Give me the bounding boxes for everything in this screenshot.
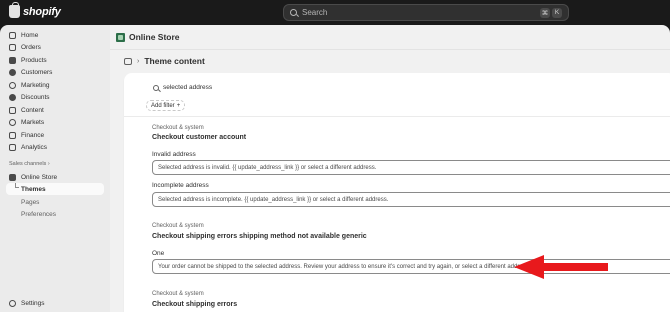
content-search-input[interactable]: selected address (163, 84, 212, 91)
section-title: Checkout customer account (152, 134, 247, 141)
field-label: Incomplete address (152, 182, 209, 189)
sidebar-subitem-preferences[interactable]: Preferences (21, 211, 56, 218)
global-search-input[interactable]: Search ⌘ K (283, 4, 569, 21)
search-filter-row: selected address Add filter + (124, 73, 670, 111)
tree-connector (15, 183, 19, 188)
search-placeholder: Search (302, 8, 328, 17)
globe-icon (9, 119, 16, 126)
page-title: Online Store (129, 32, 180, 42)
sidebar-subitem-themes[interactable]: Themes (21, 186, 46, 193)
sales-channels-heading[interactable]: Sales channels › (9, 161, 50, 167)
sidebar-item-home[interactable]: Home (0, 29, 110, 41)
sidebar-item-marketing[interactable]: Marketing (0, 79, 110, 91)
annotation-arrow (514, 255, 608, 279)
shopify-logo[interactable]: shopify (9, 2, 61, 18)
discount-icon (9, 94, 16, 101)
section-category: Checkout & system (152, 291, 204, 297)
person-icon (9, 69, 16, 76)
sidebar-item-label: Orders (21, 44, 41, 51)
theme-icon[interactable] (124, 57, 132, 65)
store-icon (9, 173, 16, 181)
sales-channels-label: Sales channels (9, 161, 47, 167)
sidebar-item-orders[interactable]: Orders (0, 42, 110, 54)
sidebar-item-label: Settings (21, 299, 45, 307)
logo-text: shopify (23, 5, 61, 18)
sidebar-item-label: Home (21, 31, 39, 39)
sidebar-item-customers[interactable]: Customers (0, 67, 110, 79)
sidebar-item-finance[interactable]: Finance (0, 129, 110, 141)
section-title: Checkout shipping errors shipping method… (152, 233, 367, 240)
sidebar-item-label: Customers (21, 69, 53, 76)
sidebar-item-settings[interactable]: Settings (0, 297, 110, 309)
field-label: Invalid address (152, 151, 196, 158)
tag-icon (9, 56, 16, 64)
sidebar-item-products[interactable]: Products (0, 54, 110, 66)
home-icon (9, 31, 16, 39)
section-category: Checkout & system (152, 223, 204, 229)
sidebar: Home Orders Products Customers Marketing… (0, 25, 110, 312)
shopping-bag-icon (9, 2, 20, 18)
arrow-shape (514, 255, 608, 279)
command-key: ⌘ (540, 7, 550, 18)
target-icon (9, 81, 16, 89)
breadcrumb: › Theme content (124, 56, 205, 66)
add-filter-button[interactable]: Add filter + (146, 100, 186, 111)
plus-icon: + (176, 102, 181, 109)
field-label: One (152, 250, 165, 257)
search-icon (153, 85, 159, 91)
content-icon (9, 106, 16, 114)
section-title: Checkout shipping errors (152, 301, 238, 308)
breadcrumb-title: Theme content (144, 56, 205, 66)
sidebar-item-online-store[interactable]: Online Store (0, 171, 110, 183)
sidebar-item-discounts[interactable]: Discounts (0, 92, 110, 104)
section-category: Checkout & system (152, 125, 204, 131)
incomplete-address-field[interactable]: Selected address is incomplete. {{ updat… (152, 192, 670, 207)
orders-icon (9, 44, 16, 51)
sidebar-item-content[interactable]: Content (0, 104, 110, 116)
sidebar-item-label: Content (21, 106, 44, 114)
sidebar-item-label: Products (21, 56, 47, 64)
chevron-right-icon: › (137, 57, 140, 65)
chart-icon (9, 144, 16, 151)
sidebar-item-label: Analytics (21, 144, 48, 151)
page-header: Online Store (116, 32, 180, 42)
sidebar-item-label: Discounts (21, 94, 50, 101)
sidebar-item-markets[interactable]: Markets (0, 117, 110, 129)
search-icon (290, 9, 297, 16)
bank-icon (9, 131, 16, 139)
card-divider (124, 116, 670, 117)
sidebar-item-label: Finance (21, 131, 45, 139)
sidebar-subitem-pages[interactable]: Pages (21, 199, 39, 206)
top-bar: shopify Search ⌘ K (0, 0, 670, 25)
invalid-address-field[interactable]: Selected address is invalid. {{ update_a… (152, 160, 670, 175)
chevron-right-icon: › (47, 161, 50, 167)
sidebar-item-label: Markets (21, 119, 45, 126)
sidebar-item-label: Marketing (21, 81, 50, 89)
add-filter-label: Add filter (151, 102, 175, 109)
sidebar-item-analytics[interactable]: Analytics (0, 142, 110, 154)
sidebar-item-label: Online Store (21, 173, 58, 181)
gear-icon (9, 299, 16, 307)
k-key: K (552, 7, 562, 18)
header-divider (110, 49, 670, 50)
online-store-icon (116, 32, 125, 42)
